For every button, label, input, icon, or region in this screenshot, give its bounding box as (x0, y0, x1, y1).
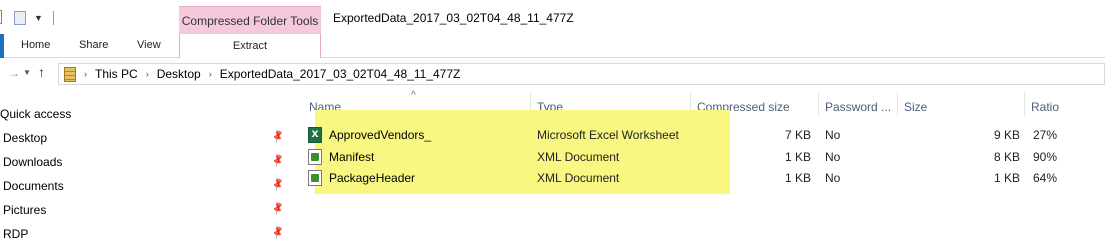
table-row[interactable]: Manifest XML Document 1 KB No 8 KB 90% (308, 147, 1105, 167)
nav-item-desktop[interactable]: Desktop (3, 131, 47, 145)
pin-icon[interactable]: 📌 (270, 154, 286, 170)
file-compressed-size: 1 KB (784, 150, 811, 164)
file-name: ApprovedVendors_ (329, 128, 432, 142)
file-name: PackageHeader (329, 171, 416, 185)
title-bar: ▼ Compressed Folder Tools ExportedData_2… (0, 0, 1105, 34)
file-type: XML Document (537, 150, 620, 164)
excel-icon: X (308, 127, 322, 143)
navigation-bar: → ▼ ↑ › This PC › Desktop › ExportedData… (0, 58, 1105, 90)
breadcrumb-desktop[interactable]: Desktop (157, 67, 201, 81)
file-ratio: 90% (1033, 150, 1058, 164)
breadcrumb-this-pc[interactable]: This PC (95, 67, 138, 81)
table-row[interactable]: X ApprovedVendors_ Microsoft Excel Works… (308, 125, 1105, 145)
window-title: ExportedData_2017_03_02T04_48_11_477Z (333, 11, 574, 25)
nav-item-rdp[interactable]: RDP (3, 227, 28, 241)
chevron-right-icon[interactable]: › (209, 69, 212, 79)
tab-extract[interactable]: Extract (179, 34, 321, 58)
nav-item-pictures[interactable]: Pictures (3, 203, 46, 217)
xml-icon (308, 170, 322, 186)
file-list: ^ Name Type Compressed size Password ...… (290, 90, 1105, 251)
zip-folder-icon (64, 66, 76, 82)
properties-icon[interactable] (14, 11, 26, 25)
address-bar[interactable]: › This PC › Desktop › ExportedData_2017_… (58, 63, 1105, 85)
column-header-password[interactable]: Password ... (825, 100, 891, 114)
column-header-ratio[interactable]: Ratio (1031, 100, 1059, 114)
column-header-size[interactable]: Size (904, 100, 927, 114)
column-divider[interactable] (1024, 92, 1025, 116)
chevron-right-icon[interactable]: › (84, 69, 87, 79)
file-size: 1 KB (993, 171, 1020, 185)
nav-heading-quick-access[interactable]: Quick access (0, 107, 71, 121)
forward-arrow-icon[interactable]: → (8, 66, 20, 80)
file-password: No (825, 150, 841, 164)
breadcrumb-folder[interactable]: ExportedData_2017_03_02T04_48_11_477Z (220, 67, 461, 81)
pin-icon[interactable]: 📌 (270, 202, 286, 218)
file-compressed-size: 1 KB (784, 171, 811, 185)
document-icon[interactable] (0, 8, 8, 28)
file-ratio: 64% (1033, 171, 1058, 185)
navigation-pane: Quick access Desktop 📌 Downloads 📌 Docum… (0, 90, 290, 251)
pin-icon[interactable]: 📌 (270, 178, 286, 194)
file-name: Manifest (329, 150, 375, 164)
pin-icon[interactable]: 📌 (270, 130, 286, 146)
file-password: No (825, 171, 841, 185)
tab-home[interactable]: Home (21, 39, 50, 51)
customize-qat-dropdown-icon[interactable]: ▼ (34, 13, 43, 23)
qat-separator (52, 11, 54, 25)
file-compressed-size: 7 KB (784, 128, 811, 142)
nav-item-documents[interactable]: Documents (3, 179, 64, 193)
tab-view[interactable]: View (137, 39, 161, 51)
file-type: XML Document (537, 171, 620, 185)
pin-icon[interactable]: 📌 (270, 226, 286, 242)
file-ratio: 27% (1033, 128, 1058, 142)
file-size: 8 KB (993, 150, 1020, 164)
ribbon-tabs: Home Share View (0, 34, 1105, 58)
sort-ascending-icon: ^ (411, 90, 416, 101)
quick-access-toolbar: ▼ (0, 8, 54, 28)
column-divider[interactable] (818, 92, 819, 116)
recent-locations-chevron-icon[interactable]: ▼ (23, 68, 31, 77)
file-tab-accent[interactable] (0, 34, 4, 58)
file-password: No (825, 128, 841, 142)
tab-share[interactable]: Share (79, 39, 108, 51)
compressed-folder-tools-header: Compressed Folder Tools (179, 6, 321, 34)
file-size: 9 KB (993, 128, 1020, 142)
chevron-right-icon[interactable]: › (146, 69, 149, 79)
file-type: Microsoft Excel Worksheet (537, 128, 679, 142)
up-arrow-icon[interactable]: ↑ (38, 64, 45, 80)
table-row[interactable]: PackageHeader XML Document 1 KB No 1 KB … (308, 168, 1105, 188)
nav-item-downloads[interactable]: Downloads (3, 155, 62, 169)
column-divider[interactable] (897, 92, 898, 116)
xml-icon (308, 149, 322, 165)
